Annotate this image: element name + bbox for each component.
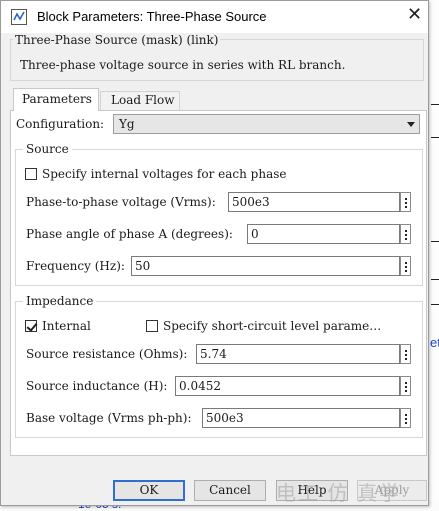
watermark-text: 电工 仿 真学 [276,483,402,505]
background-label: et [430,335,439,350]
internal-label: Internal [42,319,91,333]
vertical-ellipsis-dot [405,386,407,388]
vertical-ellipsis-dot [405,266,407,268]
background-wire [431,137,439,138]
tab-load-flow[interactable]: Load Flow [100,91,180,110]
base-voltage-label: Base voltage (Vrms ph-ph): [26,411,192,425]
vertical-ellipsis-dot [405,198,407,200]
vertical-ellipsis-dot [405,358,407,360]
background-wire [431,241,439,242]
background-canvas [428,0,439,511]
phase-angle-value: 0 [251,227,259,241]
frequency-input[interactable]: 50 [131,256,400,276]
close-button[interactable]: ✕ [400,1,426,31]
phase-angle-input[interactable]: 0 [247,224,400,244]
simulink-block-icon [11,9,27,25]
vertical-ellipsis-dot [405,234,407,236]
configuration-dropdown[interactable]: Yg [113,114,420,134]
block-parameters-dialog: Block Parameters: Three-Phase Source ✕ T… [0,0,429,506]
vertical-ellipsis-dot [405,418,407,420]
source-resistance-input[interactable]: 5.74 [196,344,400,364]
cancel-button[interactable]: Cancel [194,480,266,501]
vertical-ellipsis-dot [405,230,407,232]
vertical-ellipsis-dot [405,390,407,392]
internal-checkbox[interactable] [25,320,37,332]
tab-label: Parameters [22,92,92,106]
specify-internal-voltages-label: Specify internal voltages for each phase [42,167,287,181]
source-inductance-more-button[interactable] [400,376,411,396]
background-wire [431,279,439,280]
vertical-ellipsis-dot [405,206,407,208]
vertical-ellipsis-dot [405,238,407,240]
ok-button[interactable]: OK [113,480,185,501]
base-voltage-input[interactable]: 500e3 [202,408,400,428]
base-voltage-more-button[interactable] [400,408,411,428]
mask-description: Three-phase voltage source in series wit… [20,58,346,72]
background-wire [431,104,439,105]
source-resistance-more-button[interactable] [400,344,411,364]
short-circuit-level-label: Specify short-circuit level parame… [163,319,382,333]
vertical-ellipsis-dot [405,414,407,416]
configuration-value: Yg [119,117,135,131]
vertical-ellipsis-dot [405,202,407,204]
impedance-group-title: Impedance [23,294,97,308]
source-inductance-value: 0.0452 [179,379,221,393]
short-circuit-level-checkbox[interactable] [146,320,158,332]
tab-parameters[interactable]: Parameters [13,88,99,111]
source-inductance-input[interactable]: 0.0452 [175,376,400,396]
source-resistance-label: Source resistance (Ohms): [26,347,188,361]
tab-label: Load Flow [111,93,175,107]
specify-internal-voltages-checkbox[interactable] [25,168,37,180]
base-voltage-value: 500e3 [206,411,244,425]
window-title: Block Parameters: Three-Phase Source [37,9,267,24]
frequency-value: 50 [135,259,151,273]
source-group-title: Source [23,142,72,156]
vertical-ellipsis-dot [405,382,407,384]
phase-voltage-value: 500e3 [232,195,270,209]
phase-angle-label: Phase angle of phase A (degrees): [26,227,233,241]
phase-voltage-more-button[interactable] [400,192,411,212]
vertical-ellipsis-dot [405,262,407,264]
mask-header: Three-Phase Source (mask) (link) [13,33,221,47]
frequency-label: Frequency (Hz): [26,259,125,273]
source-inductance-label: Source inductance (H): [26,379,168,393]
close-icon: ✕ [407,4,423,24]
title-bar[interactable]: Block Parameters: Three-Phase Source ✕ [1,1,428,33]
vertical-ellipsis-dot [405,354,407,356]
chevron-down-icon [407,122,415,127]
vertical-ellipsis-dot [405,350,407,352]
phase-voltage-label: Phase-to-phase voltage (Vrms): [26,195,216,209]
configuration-label: Configuration: [16,117,105,131]
frequency-more-button[interactable] [400,256,411,276]
phase-voltage-input[interactable]: 500e3 [228,192,400,212]
vertical-ellipsis-dot [405,270,407,272]
phase-angle-more-button[interactable] [400,224,411,244]
source-resistance-value: 5.74 [200,347,227,361]
vertical-ellipsis-dot [405,422,407,424]
background-wire [431,304,439,305]
